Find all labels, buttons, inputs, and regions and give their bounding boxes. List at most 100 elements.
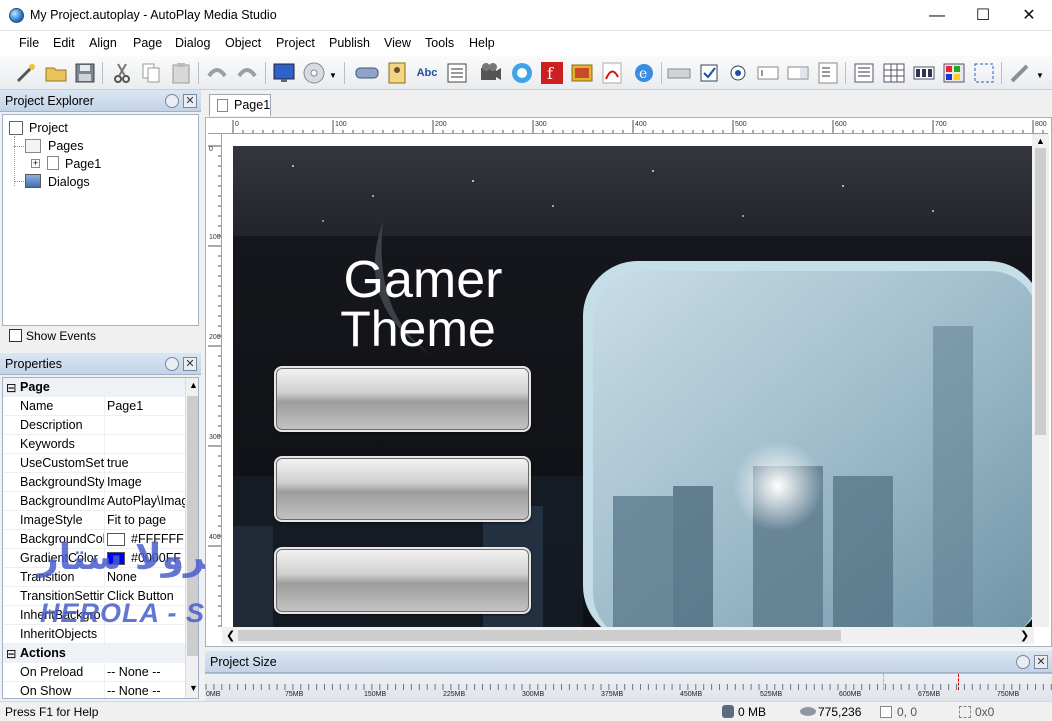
preview-icon[interactable] [272, 61, 296, 85]
action-value[interactable]: -- None -- [107, 684, 187, 698]
close-button[interactable]: ✕ [1006, 0, 1052, 31]
status-size: 775,236 [818, 705, 862, 719]
button-object-icon[interactable] [355, 61, 379, 85]
size-marker-yellow [883, 674, 884, 690]
glass-button-3[interactable] [274, 547, 531, 614]
close-icon[interactable]: ✕ [1034, 655, 1048, 669]
menu-edit[interactable]: Edit [53, 36, 75, 50]
radio-button-object-icon[interactable] [726, 61, 750, 85]
pdf-object-icon[interactable] [600, 61, 624, 85]
glass-button-2[interactable] [274, 456, 531, 522]
open-folder-icon[interactable] [44, 61, 68, 85]
chevron-down-icon[interactable]: ▼ [329, 71, 337, 80]
show-events-checkbox[interactable] [9, 329, 22, 342]
pencil-icon[interactable] [1008, 61, 1032, 85]
collapse-icon[interactable]: ⊟ [6, 646, 16, 661]
checkbox-object-icon[interactable] [697, 61, 721, 85]
publish-cd-icon[interactable] [302, 61, 326, 85]
listbox-object-icon[interactable] [816, 61, 840, 85]
menu-tools[interactable]: Tools [425, 36, 454, 50]
xbutton-object-icon[interactable] [942, 61, 966, 85]
web-object-icon[interactable]: e [632, 61, 656, 85]
tree-project[interactable]: Project [29, 121, 68, 135]
minimize-button[interactable]: — [914, 0, 960, 31]
tree-object-icon[interactable] [852, 61, 876, 85]
input-field-object-icon[interactable] [756, 61, 780, 85]
property-value[interactable]: AutoPlay\Imag [107, 494, 187, 508]
menu-help[interactable]: Help [469, 36, 495, 50]
scroll-up-icon[interactable]: ▲ [189, 380, 198, 390]
property-row[interactable]: Description [3, 416, 185, 435]
glass-button-1[interactable] [274, 366, 531, 432]
pin-icon[interactable] [165, 94, 179, 108]
wizard-icon[interactable] [14, 61, 38, 85]
cut-icon[interactable] [110, 61, 134, 85]
property-value[interactable]: Fit to page [107, 513, 187, 527]
menu-dialog[interactable]: Dialog [175, 36, 210, 50]
close-icon[interactable]: ✕ [183, 357, 197, 371]
scroll-thumb[interactable] [238, 630, 841, 641]
action-row[interactable]: On Preload -- None -- [3, 663, 185, 682]
menu-page[interactable]: Page [133, 36, 162, 50]
property-row[interactable]: BackgroundStyl Image [3, 473, 185, 492]
menu-project[interactable]: Project [276, 36, 315, 50]
status-dimensions: 0x0 [975, 705, 995, 719]
menu-file[interactable]: File [19, 36, 39, 50]
slideshow-object-icon[interactable] [570, 61, 594, 85]
tree-pages[interactable]: Pages [48, 139, 83, 153]
maximize-button[interactable]: ☐ [960, 0, 1006, 31]
save-icon[interactable] [73, 61, 97, 85]
combobox-object-icon[interactable] [786, 61, 810, 85]
input-object-icon[interactable] [667, 61, 691, 85]
category-actions[interactable]: ⊟ Actions [3, 644, 185, 663]
menu-view[interactable]: View [384, 36, 411, 50]
scroll-right-icon[interactable]: ❯ [1020, 629, 1029, 642]
vertical-scrollbar[interactable]: ▲ [1032, 134, 1049, 627]
paragraph-text-icon[interactable]: Abc [415, 61, 439, 85]
video-object-icon[interactable] [479, 61, 503, 85]
action-value[interactable]: -- None -- [107, 665, 187, 679]
quicktime-object-icon[interactable] [510, 61, 534, 85]
scroll-up-icon[interactable]: ▲ [1036, 136, 1045, 146]
toolbar-overflow-icon[interactable]: ▼ [1036, 71, 1044, 80]
tab-page1[interactable]: Page1 [209, 94, 271, 116]
page-canvas[interactable]: Gamer Theme [233, 146, 1032, 627]
property-row[interactable]: ImageStyle Fit to page [3, 511, 185, 530]
paste-icon[interactable] [169, 61, 193, 85]
action-row[interactable]: On Show -- None -- [3, 682, 187, 698]
scroll-left-icon[interactable]: ❮ [226, 629, 235, 642]
heading-theme[interactable]: Theme [233, 304, 603, 354]
heading-gamer[interactable]: Gamer [233, 254, 613, 306]
property-row[interactable]: BackgroundIma AutoPlay\Imag [3, 492, 187, 511]
menu-object[interactable]: Object [225, 36, 261, 50]
property-row[interactable]: UseCustomSett true [3, 454, 185, 473]
collapse-icon[interactable]: ⊟ [6, 380, 16, 395]
horizontal-scrollbar[interactable]: ❮ ❯ [222, 627, 1034, 644]
grid-object-icon[interactable] [882, 61, 906, 85]
copy-icon[interactable] [139, 61, 163, 85]
scroll-down-icon[interactable]: ▼ [189, 683, 198, 693]
select-region-icon[interactable] [972, 61, 996, 85]
redo-icon[interactable] [235, 61, 259, 85]
undo-icon[interactable] [205, 61, 229, 85]
flash-object-icon[interactable]: f [540, 61, 564, 85]
pin-icon[interactable] [165, 357, 179, 371]
scroll-thumb[interactable] [1035, 148, 1046, 435]
close-icon[interactable]: ✕ [183, 94, 197, 108]
category-page[interactable]: ⊟ Page [3, 378, 185, 397]
pin-icon[interactable] [1016, 655, 1030, 669]
menu-publish[interactable]: Publish [329, 36, 370, 50]
label-object-icon[interactable] [385, 61, 409, 85]
property-value[interactable]: true [107, 456, 187, 470]
menu-align[interactable]: Align [89, 36, 117, 50]
paragraph-object-icon[interactable] [445, 61, 469, 85]
property-value[interactable]: Image [107, 475, 187, 489]
property-row[interactable]: Keywords [3, 435, 185, 454]
tree-page1[interactable]: Page1 [65, 157, 102, 171]
expand-icon[interactable]: + [31, 159, 40, 168]
property-row[interactable]: Name Page1 [3, 397, 185, 416]
tree-dialogs[interactable]: Dialogs [48, 175, 90, 189]
property-value[interactable]: Page1 [107, 399, 187, 413]
ruler-label: 100 [209, 234, 221, 241]
progress-object-icon[interactable] [912, 61, 936, 85]
